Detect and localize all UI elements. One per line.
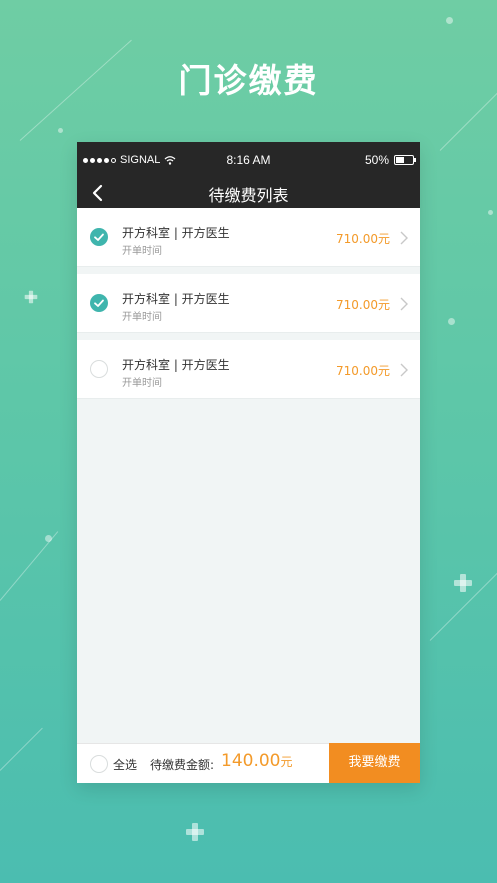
- battery-status: 50%: [364, 153, 416, 167]
- unchecked-circle-icon[interactable]: [90, 360, 108, 378]
- decor-plus-icon: [454, 574, 472, 592]
- item-amount: 710.00元: [336, 232, 390, 246]
- chevron-right-icon: [400, 363, 408, 377]
- item-title: 开方科室 | 开方医生: [122, 292, 230, 306]
- checked-circle-icon[interactable]: [90, 294, 108, 312]
- decor-dot: [58, 128, 63, 133]
- chevron-right-icon: [400, 297, 408, 311]
- payment-footer: 全选 待缴费金额: 140.00元 我要缴费: [77, 743, 420, 783]
- bill-list: 开方科室 | 开方医生 开单时间 710.00元 开方科室 | 开方医生 开单时…: [77, 208, 420, 399]
- select-all-label[interactable]: 全选: [113, 756, 137, 773]
- decor-dot: [446, 17, 453, 24]
- due-amount-unit: 元: [280, 755, 293, 769]
- nav-bar: 待缴费列表: [77, 178, 420, 208]
- status-bar: SIGNAL 8:16 AM 50%: [77, 142, 420, 178]
- battery-icon: [394, 155, 416, 165]
- item-subtitle: 开单时间: [122, 378, 162, 389]
- page-headline: 门诊缴费: [178, 61, 319, 100]
- chevron-right-icon: [400, 231, 408, 245]
- decor-plus-icon: [24, 290, 38, 304]
- item-amount: 710.00元: [336, 298, 390, 312]
- item-subtitle: 开单时间: [122, 312, 162, 323]
- checked-circle-icon[interactable]: [90, 228, 108, 246]
- pay-button[interactable]: 我要缴费: [329, 743, 420, 783]
- select-all-checkbox[interactable]: [90, 755, 108, 773]
- battery-percent: 50%: [364, 153, 389, 167]
- due-amount-label: 待缴费金额:: [150, 758, 215, 772]
- nav-title: 待缴费列表: [208, 186, 289, 205]
- phone-screen: SIGNAL 8:16 AM 50% 待缴费列表 开方科室 | 开方医生 开单时…: [77, 142, 420, 783]
- decor-plus-icon: [186, 823, 204, 841]
- item-title: 开方科室 | 开方医生: [122, 226, 230, 240]
- decor-dot: [488, 210, 493, 215]
- list-item[interactable]: 开方科室 | 开方医生 开单时间 710.00元: [77, 274, 420, 333]
- decor-dot: [448, 318, 455, 325]
- list-item[interactable]: 开方科室 | 开方医生 开单时间 710.00元: [77, 340, 420, 399]
- decor-dot: [45, 535, 52, 542]
- due-amount-number: 140.00: [221, 751, 281, 771]
- decor-line: [0, 727, 43, 771]
- item-subtitle: 开单时间: [122, 246, 162, 257]
- list-item[interactable]: 开方科室 | 开方医生 开单时间 710.00元: [77, 208, 420, 267]
- item-title: 开方科室 | 开方医生: [122, 358, 230, 372]
- due-amount-value: 140.00元: [221, 751, 293, 771]
- item-amount: 710.00元: [336, 364, 390, 378]
